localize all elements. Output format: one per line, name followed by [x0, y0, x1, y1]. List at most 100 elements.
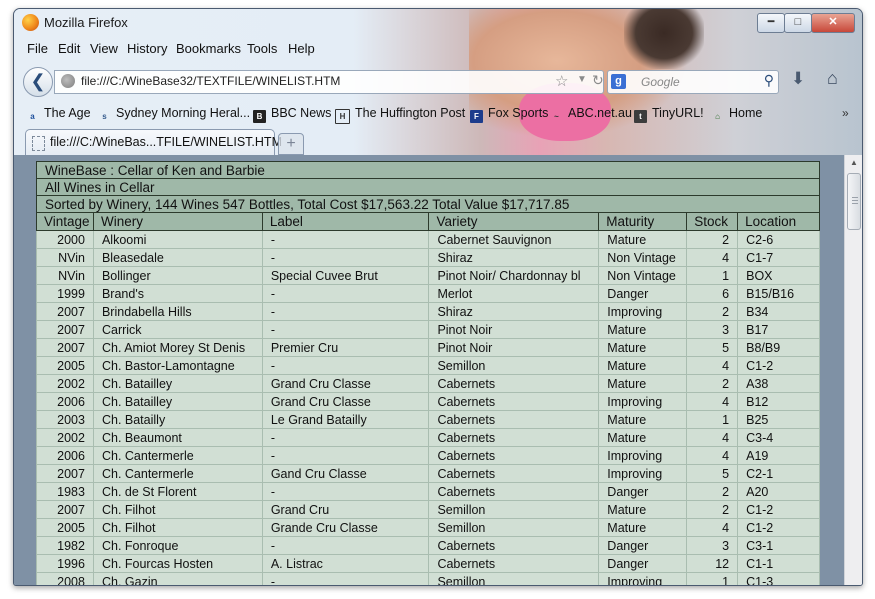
table-cell: Cabernet Sauvignon	[428, 230, 600, 249]
table-cell: Improving	[598, 446, 688, 465]
table-cell: 2007	[36, 338, 94, 357]
search-box[interactable]: g Google ⚲	[607, 70, 779, 94]
table-cell: Bleasedale	[92, 248, 263, 267]
table-row: 2007 Ch. Filhot Grand Cru Semillon Mature 2 C1…	[36, 500, 820, 519]
table-cell: 4	[686, 392, 739, 411]
bookmark-fox-sports[interactable]: F Fox Sports	[470, 106, 548, 123]
bookmark-abc[interactable]: ~ ABC.net.au	[550, 106, 632, 123]
table-cell: Mature	[598, 338, 688, 357]
table-cell: C3-1	[737, 536, 820, 555]
table-cell: Le Grand Batailly	[261, 410, 430, 429]
bookmark-the-age[interactable]: a The Age	[26, 106, 90, 123]
bookmark-star-icon[interactable]: ☆	[555, 72, 568, 90]
table-cell: Ch. Batailly	[92, 410, 263, 429]
table-cell: A38	[737, 374, 820, 393]
table-cell: Mature	[598, 356, 688, 375]
table-cell: -	[261, 230, 430, 249]
menu-view[interactable]: View	[90, 41, 118, 56]
table-cell: B12	[737, 392, 820, 411]
fox-icon: F	[470, 110, 483, 123]
table-row: NVin Bollinger Special Cuvee Brut Pinot Noi…	[36, 266, 820, 285]
table-cell: Cabernets	[428, 374, 600, 393]
table-cell: 3	[686, 536, 739, 555]
table-cell: Brindabella Hills	[92, 302, 263, 321]
minimize-button[interactable]: ━	[757, 13, 785, 33]
table-cell: 2007	[36, 320, 94, 339]
back-button[interactable]: ❮	[23, 67, 53, 97]
table-cell: Non Vintage	[598, 266, 688, 285]
search-placeholder[interactable]: Google	[641, 75, 680, 89]
report-summary: Sorted by Winery, 144 Wines 547 Bottles,…	[36, 195, 820, 212]
table-cell: Improving	[598, 572, 688, 585]
scroll-thumb[interactable]	[847, 173, 861, 230]
table-cell: Merlot	[428, 284, 600, 303]
menu-history[interactable]: History	[127, 41, 167, 56]
table-cell: 12	[686, 554, 739, 573]
reload-icon[interactable]: ↻	[592, 72, 604, 89]
google-icon[interactable]: g	[611, 74, 626, 89]
menu-bookmarks[interactable]: Bookmarks	[176, 41, 241, 56]
table-cell: 5	[686, 338, 739, 357]
table-cell: 2	[686, 482, 739, 501]
table-cell: Ch. Filhot	[92, 500, 263, 519]
table-cell: Ch. Cantermerle	[92, 464, 263, 483]
table-cell: Pinot Noir	[428, 338, 600, 357]
table-cell: 6	[686, 284, 739, 303]
table-row: 2003 Ch. Batailly Le Grand Batailly Caberne…	[36, 410, 820, 429]
table-cell: Mature	[598, 500, 688, 519]
table-cell: Semillon	[428, 356, 600, 375]
table-cell: Premier Cru	[261, 338, 430, 357]
table-cell: C1-7	[737, 248, 820, 267]
abc-icon: ~	[554, 112, 559, 121]
table-cell: -	[261, 572, 430, 585]
table-cell: Special Cuvee Brut	[261, 266, 430, 285]
table-row: 2005 Ch. Bastor-Lamontagne - Semillon Mature…	[36, 356, 820, 375]
table-cell: 1	[686, 410, 739, 429]
table-cell: Mature	[598, 374, 688, 393]
column-header: Label	[261, 212, 430, 231]
home-icon[interactable]: ⌂	[827, 68, 838, 89]
downloads-icon[interactable]: ⬇	[791, 69, 805, 89]
table-cell: 2008	[36, 572, 94, 585]
search-icon[interactable]: ⚲	[764, 72, 774, 89]
table-cell: B34	[737, 302, 820, 321]
table-cell: C1-3	[737, 572, 820, 585]
bookmark-bbc[interactable]: B BBC News	[253, 106, 331, 123]
menu-file[interactable]: File	[27, 41, 48, 56]
bookmark-tinyurl[interactable]: t TinyURL!	[634, 106, 704, 123]
table-cell: Gand Cru Classe	[261, 464, 430, 483]
url-dropdown-icon[interactable]: ▼	[577, 74, 587, 85]
table-cell: -	[261, 320, 430, 339]
table-row: NVin Bleasedale - Shiraz Non Vintage 4 C1-7	[36, 248, 820, 267]
url-text[interactable]: file:///C:/WineBase32/TEXTFILE/WINELIST.…	[81, 74, 340, 88]
vertical-scrollbar[interactable]: ▲	[844, 155, 862, 585]
table-cell: B17	[737, 320, 820, 339]
menu-help[interactable]: Help	[288, 41, 315, 56]
table-cell: Danger	[598, 482, 688, 501]
column-header: Location	[737, 212, 820, 231]
table-cell: Non Vintage	[598, 248, 688, 267]
table-cell: Shiraz	[428, 248, 600, 267]
bookmark-home[interactable]: ⌂ Home	[711, 106, 762, 123]
table-cell: Ch. Cantermerle	[92, 446, 263, 465]
table-cell: Alkoomi	[92, 230, 263, 249]
table-row: 2006 Ch. Cantermerle - Cabernets Improving 4 A…	[36, 446, 820, 465]
bookmark-label: ABC.net.au	[568, 106, 632, 120]
menu-edit[interactable]: Edit	[58, 41, 80, 56]
bookmarks-overflow-icon[interactable]: »	[842, 106, 849, 120]
bookmark-smh[interactable]: s Sydney Morning Heral...	[98, 106, 250, 123]
new-tab-button[interactable]: +	[278, 133, 304, 155]
bookmark-huffpost[interactable]: H The Huffington Post	[335, 106, 465, 124]
close-button[interactable]: ✕	[811, 13, 855, 33]
tab-winelist[interactable]: file:///C:/WineBas...TFILE/WINELIST.HTM	[25, 129, 282, 156]
scroll-up-icon[interactable]: ▲	[845, 155, 862, 171]
table-row: 2002 Ch. Beaumont - Cabernets Mature 4 C3-4	[36, 428, 820, 447]
column-header: Vintage	[36, 212, 94, 231]
table-cell: BOX	[737, 266, 820, 285]
menu-tools[interactable]: Tools	[247, 41, 277, 56]
table-cell: 2006	[36, 446, 94, 465]
table-cell: Cabernets	[428, 554, 600, 573]
table-cell: C2-6	[737, 230, 820, 249]
maximize-button[interactable]: □	[784, 13, 812, 33]
url-bar[interactable]: file:///C:/WineBase32/TEXTFILE/WINELIST.…	[54, 70, 604, 94]
